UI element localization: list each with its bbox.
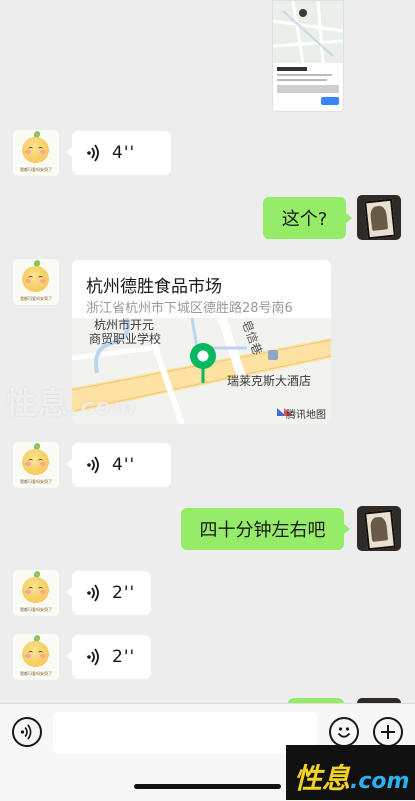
voice-duration: 4'': [112, 143, 136, 163]
watermark: 性息.com: [6, 387, 138, 422]
voice-wave-icon: [87, 456, 99, 474]
self-avatar[interactable]: [357, 506, 401, 551]
avatar-caption: 我都可爱吗安哥了: [20, 671, 52, 676]
avatar-caption: 我都可爱吗安哥了: [20, 607, 52, 612]
voice-wave-icon: [87, 648, 99, 666]
voice-message[interactable]: 4'': [66, 131, 171, 175]
voice-wave-icon: [87, 144, 99, 162]
more-button[interactable]: [373, 717, 403, 747]
contact-avatar[interactable]: 我都可爱吗安哥了: [13, 442, 59, 488]
image-message-thumbnail[interactable]: [272, 0, 344, 112]
voice-message[interactable]: 4'': [66, 443, 171, 487]
voice-wave-icon: [87, 584, 99, 602]
text-message[interactable]: 四十分钟左右吧: [181, 508, 350, 550]
home-indicator: [134, 784, 281, 789]
map-label-hotel: 瑞莱克斯大酒店: [227, 374, 311, 388]
contact-avatar[interactable]: 我都可爱吗安哥了: [13, 634, 59, 680]
plus-icon: [381, 725, 395, 739]
map-provider: 腾讯地图: [286, 408, 326, 421]
emoji-icon: [337, 727, 351, 738]
contact-avatar[interactable]: 我都可爱吗安哥了: [13, 259, 59, 305]
voice-duration: 2'': [112, 583, 136, 603]
voice-duration: 4'': [112, 455, 136, 475]
text-message[interactable]: 这个?: [263, 197, 352, 239]
location-address: 浙江省杭州市下城区德胜路28号南6: [86, 301, 293, 316]
voice-message[interactable]: 2'': [66, 571, 151, 615]
contact-avatar[interactable]: 我都可爱吗安哥了: [13, 570, 59, 616]
emoji-button[interactable]: [329, 717, 359, 747]
avatar-caption: 我都可爱吗安哥了: [20, 479, 52, 484]
message-input[interactable]: [53, 712, 317, 754]
contact-avatar[interactable]: 我都可爱吗安哥了: [13, 130, 59, 176]
map-label-school: 杭州市开元 商贸职业学校: [89, 318, 161, 346]
chat-area: 我都可爱吗安哥了 4'' 这个? 我都可爱吗安哥了 杭州德胜食品市场 浙江省杭州…: [0, 0, 415, 703]
voice-toggle-button[interactable]: [12, 717, 42, 747]
brand-watermark: 性息.com: [286, 745, 415, 800]
voice-message[interactable]: 2'': [66, 635, 151, 679]
voice-duration: 2'': [112, 647, 136, 667]
location-title: 杭州德胜食品市场: [86, 277, 222, 297]
avatar-caption: 我都可爱吗安哥了: [20, 167, 52, 172]
avatar-caption: 我都可爱吗安哥了: [20, 296, 52, 301]
self-avatar[interactable]: [357, 195, 401, 240]
voice-toggle-icon: [20, 724, 32, 740]
